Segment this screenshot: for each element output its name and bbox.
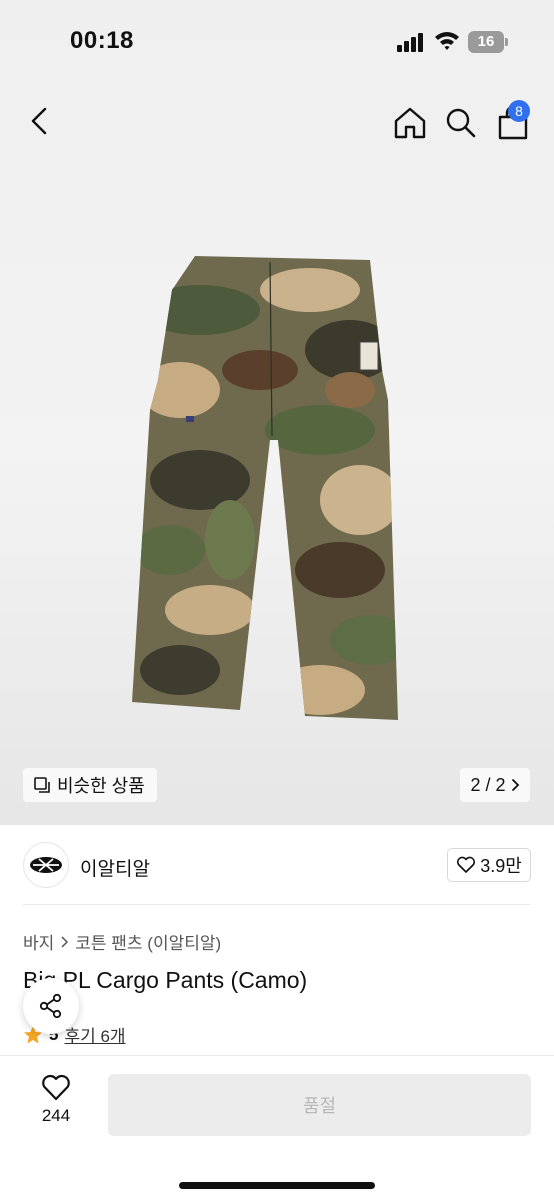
brand-logo-icon xyxy=(30,857,62,873)
status-bar: 00:18 16 xyxy=(0,0,554,84)
wishlist-button[interactable]: 244 xyxy=(22,1074,90,1144)
chevron-right-icon xyxy=(61,935,69,948)
breadcrumb-category[interactable]: 바지 xyxy=(23,929,54,954)
review-link[interactable]: 후기 6개 xyxy=(64,1022,125,1047)
similar-products-button[interactable]: 비슷한 상품 xyxy=(23,768,157,802)
gallery-page-text: 2 / 2 xyxy=(470,774,506,795)
top-navigation xyxy=(0,95,554,147)
home-button[interactable] xyxy=(390,103,430,143)
breadcrumb: 바지 코튼 팬츠 (이알티알) xyxy=(23,929,221,954)
product-image[interactable] xyxy=(120,250,430,720)
gallery-page-indicator[interactable]: 2 / 2 xyxy=(460,768,530,802)
copy-icon xyxy=(34,777,50,793)
brand-logo[interactable] xyxy=(23,842,69,888)
chevron-right-icon xyxy=(511,779,519,791)
brand-row: 이알티알 3.9만 xyxy=(0,840,554,892)
cart-count-badge: 8 xyxy=(508,100,530,122)
back-button[interactable] xyxy=(22,103,58,139)
share-button[interactable] xyxy=(23,978,79,1034)
battery-level: 16 xyxy=(468,31,504,53)
cellular-signal-icon xyxy=(397,33,423,52)
home-indicator[interactable] xyxy=(179,1182,375,1189)
brand-like-button[interactable]: 3.9만 xyxy=(447,848,531,882)
wifi-icon xyxy=(435,32,459,50)
heart-icon xyxy=(457,856,476,873)
wishlist-count: 244 xyxy=(41,1106,71,1125)
brand-like-count: 3.9만 xyxy=(480,856,522,876)
share-icon xyxy=(39,993,62,1019)
divider xyxy=(23,904,531,905)
battery-indicator: 16 xyxy=(468,31,508,53)
battery-tip xyxy=(505,38,508,46)
status-time: 00:18 xyxy=(70,27,134,54)
search-button[interactable] xyxy=(441,103,481,143)
bottom-action-bar: 244 품절 xyxy=(0,1055,554,1200)
similar-products-label: 비슷한 상품 xyxy=(57,776,145,796)
heart-icon xyxy=(42,1074,70,1101)
breadcrumb-subcategory[interactable]: 코튼 팬츠 (이알티알) xyxy=(75,929,221,954)
sold-out-button[interactable]: 품절 xyxy=(108,1074,531,1136)
brand-name[interactable]: 이알티알 xyxy=(80,854,150,881)
